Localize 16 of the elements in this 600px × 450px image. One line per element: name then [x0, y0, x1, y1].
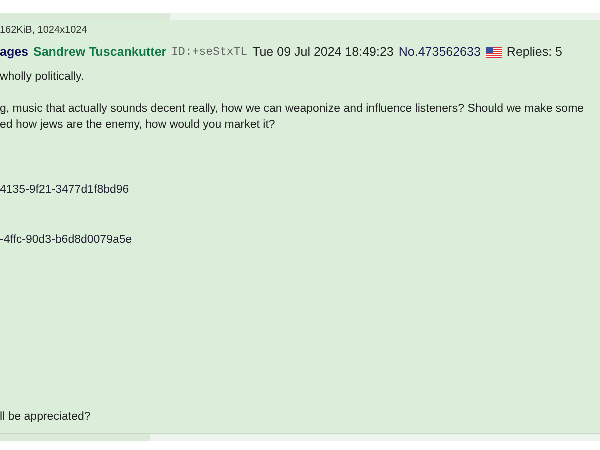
post-text: ll be appreciated?: [0, 410, 92, 425]
file-info: 162KiB, 1024x1024: [0, 24, 88, 38]
post-date: Tue 09 Jul 2024 18:49:23: [252, 45, 394, 59]
poster-name: Sandrew Tuscankutter: [34, 45, 167, 59]
poster-id: ID:+seStxTL: [172, 46, 248, 58]
post-text: ed how jews are the enemy, how would you market it?: [0, 118, 276, 133]
post-link[interactable]: -4ffc-90d3-b6d8d0079a5e: [0, 232, 600, 248]
post-number[interactable]: No.473562633: [398, 45, 481, 59]
scrollbar-thumb[interactable]: [0, 434, 150, 441]
post-subject: ages: [0, 45, 28, 59]
post-text: g, music that actually sounds decent really, how we can weaponize and influence listeners? Should we make some: [0, 102, 586, 117]
reply-count: Replies: 5: [506, 45, 563, 59]
post-link[interactable]: 4135-9f21-3477d1f8bd96: [0, 182, 600, 198]
post-text: wholly politically.: [0, 70, 86, 85]
flag-icon: [486, 46, 502, 58]
scrollbar-thumb[interactable]: [0, 13, 170, 20]
